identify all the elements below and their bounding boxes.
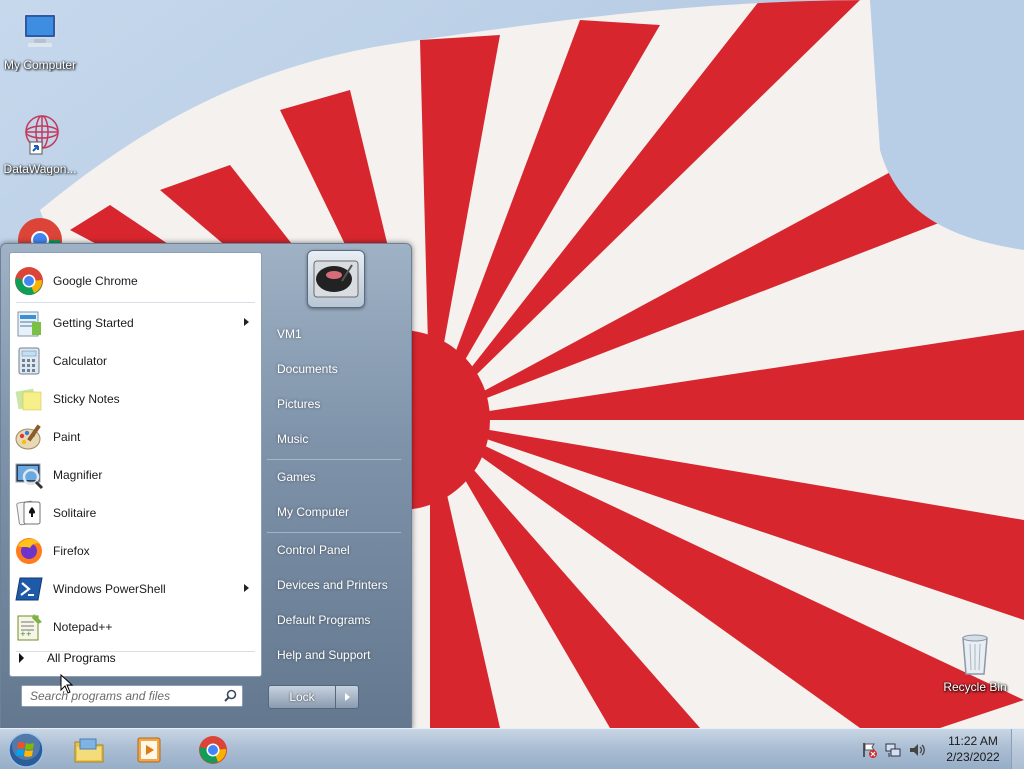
start-link-label: Help and Support (277, 648, 371, 662)
start-item-sticky-notes[interactable]: Sticky Notes (10, 381, 261, 417)
divider (267, 532, 401, 533)
network-icon[interactable] (884, 741, 902, 759)
getting-started-icon (17, 311, 41, 337)
calculator-icon (18, 347, 40, 375)
all-programs-button[interactable]: All Programs (11, 644, 251, 672)
user-account-picture[interactable] (307, 250, 365, 308)
desktop-icon-my-computer[interactable]: My Computer (0, 8, 80, 72)
start-link-help-and-support[interactable]: Help and Support (267, 640, 401, 670)
turntable-icon (313, 260, 359, 298)
start-item-label: Windows PowerShell (53, 582, 166, 596)
search-icon[interactable] (224, 689, 237, 702)
start-item-getting-started[interactable]: Getting Started (10, 305, 261, 341)
divider (267, 459, 401, 460)
taskbar-clock[interactable]: 11:22 AM 2/23/2022 (940, 733, 1006, 765)
paint-icon (15, 424, 41, 450)
chrome-icon (15, 267, 43, 296)
start-item-firefox[interactable]: Firefox (10, 533, 261, 569)
system-tray (860, 731, 926, 769)
windows-orb-icon (8, 732, 44, 768)
desktop-icon-label: My Computer (3, 58, 77, 72)
start-item-google-chrome[interactable]: Google Chrome (10, 263, 261, 299)
search-box[interactable] (21, 685, 243, 707)
start-link-label: Devices and Printers (277, 578, 388, 592)
start-link-label: My Computer (277, 505, 350, 519)
taskbar-chrome-button[interactable] (186, 731, 240, 769)
solitaire-icon (16, 500, 41, 526)
start-item-label: Firefox (53, 544, 90, 558)
taskbar-media-player-button[interactable] (122, 731, 176, 769)
start-item-label: Google Chrome (53, 274, 138, 288)
notepadpp-icon: ++ (17, 614, 42, 641)
datawagon-icon (25, 115, 59, 155)
start-menu: Google Chrome Getting Started Calculator… (0, 243, 412, 730)
desktop-icon-recycle-bin[interactable]: Recycle Bin (935, 630, 1015, 694)
chrome-icon (199, 736, 227, 764)
start-item-label: Notepad++ (53, 620, 113, 634)
start-item-magnifier[interactable]: Magnifier (10, 457, 261, 493)
action-center-flag-icon[interactable] (860, 741, 878, 759)
start-item-windows-powershell[interactable]: Windows PowerShell (10, 571, 261, 607)
start-link-label: Games (277, 470, 316, 484)
start-link-devices-and-printers[interactable]: Devices and Printers (267, 570, 401, 600)
start-item-label: Sticky Notes (53, 392, 120, 406)
chrome-desktop-icon-partial[interactable] (16, 216, 64, 244)
start-link-label: Control Panel (277, 543, 350, 557)
computer-icon (23, 13, 57, 47)
start-link-pictures[interactable]: Pictures (267, 389, 401, 419)
start-link-documents[interactable]: Documents (267, 354, 401, 384)
folder-icon (74, 738, 104, 763)
start-item-solitaire[interactable]: Solitaire (10, 495, 261, 531)
submenu-arrow-icon[interactable] (244, 584, 249, 592)
all-programs-label: All Programs (47, 651, 116, 665)
show-desktop-button[interactable] (1011, 729, 1024, 769)
lock-button-label: Lock (289, 690, 315, 704)
start-item-label: Getting Started (53, 316, 134, 330)
submenu-arrow-icon[interactable] (244, 318, 249, 326)
start-item-label: Paint (53, 430, 81, 444)
taskbar: 11:22 AM 2/23/2022 (0, 728, 1024, 769)
start-item-label: Magnifier (53, 468, 103, 482)
start-link-control-panel[interactable]: Control Panel (267, 535, 401, 565)
search-input[interactable] (28, 686, 222, 706)
desktop-icon-datawagon[interactable]: DataWagon... (0, 112, 80, 176)
recycle-bin-icon (962, 634, 988, 675)
volume-icon[interactable] (908, 741, 926, 759)
start-link-label: Pictures (277, 397, 321, 411)
start-item-label: Calculator (53, 354, 108, 368)
start-link-label: Music (277, 432, 309, 446)
start-item-calculator[interactable]: Calculator (10, 343, 261, 379)
chevron-right-icon (344, 693, 350, 701)
lock-button[interactable]: Lock (268, 685, 336, 709)
start-link-label: Default Programs (277, 613, 371, 627)
shutdown-options-button[interactable] (335, 685, 359, 709)
expand-arrow-icon (19, 653, 24, 663)
start-item-paint[interactable]: Paint (10, 419, 261, 455)
start-item-notepadpp[interactable]: ++ Notepad++ (10, 609, 261, 645)
start-link-vm1[interactable]: VM1 (267, 319, 401, 349)
start-link-my-computer[interactable]: My Computer (267, 497, 401, 527)
clock-date: 2/23/2022 (946, 750, 1000, 764)
svg-text:++: ++ (20, 630, 32, 638)
taskbar-explorer-button[interactable] (62, 731, 116, 769)
powershell-icon (15, 577, 43, 601)
firefox-icon (16, 538, 42, 564)
divider (16, 302, 255, 303)
mouse-cursor-icon (60, 674, 74, 694)
desktop-icon-label: Recycle Bin (943, 680, 1007, 694)
start-link-games[interactable]: Games (267, 462, 401, 492)
start-link-music[interactable]: Music (267, 424, 401, 454)
start-link-label: VM1 (277, 327, 302, 341)
start-link-label: Documents (277, 362, 338, 376)
media-player-icon (137, 737, 161, 763)
desktop-icon-label: DataWagon... (3, 162, 77, 176)
start-link-default-programs[interactable]: Default Programs (267, 605, 401, 635)
clock-time: 11:22 AM (948, 734, 998, 748)
sticky-notes-icon (15, 388, 42, 411)
magnifier-icon (15, 463, 44, 490)
start-item-label: Solitaire (53, 506, 97, 520)
start-button[interactable] (6, 731, 46, 769)
start-menu-programs-pane: Google Chrome Getting Started Calculator… (9, 252, 262, 677)
